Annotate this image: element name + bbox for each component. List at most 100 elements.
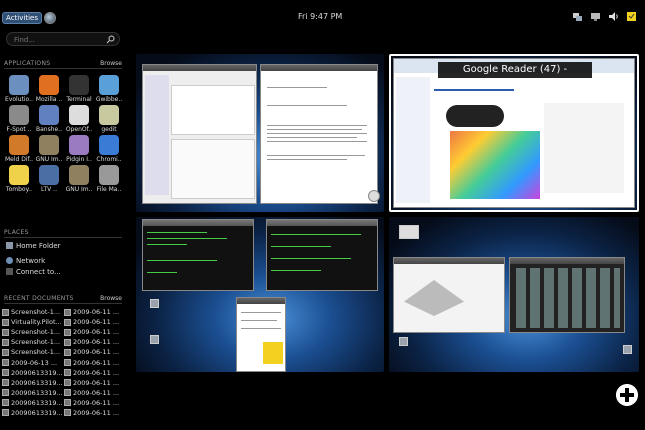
gedit-icon — [99, 105, 119, 125]
banshee-icon — [39, 105, 59, 125]
chromium-icon — [99, 135, 119, 155]
document-thumbnail-icon — [2, 338, 9, 346]
document-thumbnail-icon — [2, 308, 9, 316]
recent-document-item[interactable]: Screenshot-1... — [2, 327, 62, 337]
app-launcher[interactable]: Gwibbe.. — [94, 73, 124, 103]
app-label: Banshe.. — [35, 126, 63, 133]
document-thumbnail-icon — [2, 359, 9, 367]
file-manager-window-thumbnail[interactable] — [509, 257, 625, 333]
app-launcher[interactable]: LTV .. — [34, 163, 64, 193]
top-panel: Activities Fri 9:47 PM — [0, 0, 645, 26]
recent-browse-link[interactable]: Browse — [100, 295, 122, 302]
volume-icon[interactable] — [608, 11, 619, 22]
recent-document-label: Screenshot-1... — [11, 328, 61, 337]
document-window-thumbnail[interactable] — [260, 64, 378, 204]
recent-document-item[interactable]: Virtuality.Pilot... — [2, 317, 62, 327]
recent-document-item[interactable]: 2009-06-13 ... — [2, 357, 62, 367]
recent-document-item[interactable]: 2009-06-11 ... — [64, 357, 124, 367]
place-label: Home Folder — [16, 241, 61, 250]
place-network[interactable]: Network — [6, 255, 45, 266]
app-label: Gwibbe.. — [95, 96, 123, 103]
recent-document-label: Virtuality.Pilot... — [11, 318, 62, 327]
recent-document-item[interactable]: 2009-06-11 ... — [64, 347, 124, 357]
recent-document-label: 2009-06-13 ... — [11, 358, 58, 367]
pidgin-icon — [69, 135, 89, 155]
document-thumbnail-icon — [2, 399, 9, 407]
recent-document-item[interactable]: 2009-06-11 ... — [64, 408, 124, 418]
recent-document-item[interactable]: Screenshot-1... — [2, 347, 62, 357]
app-launcher[interactable]: File Ma.. — [94, 163, 124, 193]
recent-document-item[interactable]: 2009-06-11 ... — [64, 337, 124, 347]
app-menu-icon[interactable] — [44, 12, 56, 24]
recent-document-item[interactable]: 20090613319... — [2, 368, 62, 378]
mail-window-thumbnail[interactable] — [142, 64, 257, 204]
activities-button[interactable]: Activities — [2, 12, 42, 24]
search-icon[interactable] — [106, 35, 115, 44]
app-launcher[interactable]: OpenOf.. — [64, 103, 94, 133]
applications-grid: Evolutio.. Mozilla .. Terminal Gwibbe.. F-Sp… — [4, 73, 124, 193]
recent-document-item[interactable]: 2009-06-11 ... — [64, 307, 124, 317]
places-title: PLACES — [4, 228, 29, 236]
recent-document-item[interactable]: 2009-06-11 ... — [64, 398, 124, 408]
place-connect[interactable]: Connect to... — [6, 266, 61, 277]
gimp-window-thumbnail[interactable] — [393, 257, 505, 333]
recent-document-item[interactable]: 20090613319... — [2, 378, 62, 388]
app-launcher[interactable]: Tomboy.. — [4, 163, 34, 193]
document-thumbnail-icon — [2, 409, 9, 417]
recent-document-item[interactable]: 2009-06-11 ... — [64, 317, 124, 327]
workspace-1[interactable] — [136, 54, 384, 212]
recent-document-item[interactable]: Screenshot-1... — [2, 307, 62, 317]
app-label: gedit — [101, 126, 117, 133]
note-window-thumbnail[interactable] — [236, 297, 286, 372]
app-launcher[interactable]: GNU Im.. — [34, 133, 64, 163]
document-thumbnail-icon — [64, 409, 71, 417]
recent-document-label: 2009-06-11 ... — [73, 358, 120, 367]
recent-document-label: 20090613319... — [11, 368, 62, 377]
notes-icon[interactable] — [626, 11, 637, 22]
app-launcher[interactable]: gedit — [94, 103, 124, 133]
applications-title: APPLICATIONS — [4, 59, 51, 67]
search-box[interactable] — [6, 32, 120, 46]
recent-document-item[interactable]: 20090613319... — [2, 408, 62, 418]
terminal-icon — [69, 75, 89, 95]
recent-document-item[interactable]: 20090613319... — [2, 388, 62, 398]
gwibber-icon — [99, 75, 119, 95]
recent-documents-title: RECENT DOCUMENTS — [4, 294, 74, 302]
recent-document-label: 2009-06-11 ... — [73, 388, 120, 397]
app-label: GNU Im.. — [65, 186, 93, 193]
recent-document-label: 2009-06-11 ... — [73, 368, 120, 377]
app-launcher[interactable]: Evolutio.. — [4, 73, 34, 103]
workspace-4[interactable] — [389, 217, 639, 372]
recent-documents-header: RECENT DOCUMENTS Browse — [4, 293, 122, 304]
clock[interactable]: Fri 9:47 PM — [298, 12, 342, 21]
recent-document-item[interactable]: 2009-06-11 ... — [64, 388, 124, 398]
terminal-window-thumbnail-2[interactable] — [266, 219, 378, 291]
app-label: GNU Im.. — [35, 156, 63, 163]
workspace-3[interactable] — [136, 217, 384, 372]
document-thumbnail-icon — [64, 369, 71, 377]
app-launcher[interactable]: Meld Dif.. — [4, 133, 34, 163]
add-workspace-button[interactable] — [616, 384, 638, 406]
app-launcher[interactable]: Chromi.. — [94, 133, 124, 163]
recent-document-item[interactable]: 20090613319... — [2, 398, 62, 408]
place-home-folder[interactable]: Home Folder — [6, 240, 61, 251]
display-icon[interactable] — [590, 11, 601, 22]
applications-browse-link[interactable]: Browse — [100, 60, 122, 67]
app-launcher[interactable]: Banshe.. — [34, 103, 64, 133]
app-label: Chromi.. — [96, 156, 122, 163]
recent-document-label: 2009-06-11 ... — [73, 348, 120, 357]
app-launcher[interactable]: Pidgin I.. — [64, 133, 94, 163]
app-launcher[interactable]: F-Spot .. — [4, 103, 34, 133]
search-input[interactable] — [14, 35, 104, 44]
recent-document-item[interactable]: 2009-06-11 ... — [64, 368, 124, 378]
desktop-window-icon — [399, 225, 419, 239]
network-icon[interactable] — [572, 11, 583, 22]
app-launcher[interactable]: Mozilla .. — [34, 73, 64, 103]
terminal-window-thumbnail-1[interactable] — [142, 219, 254, 291]
app-launcher[interactable]: GNU Im.. — [64, 163, 94, 193]
app-launcher[interactable]: Terminal — [64, 73, 94, 103]
recent-document-item[interactable]: Screenshot-1... — [2, 337, 62, 347]
recent-document-item[interactable]: 2009-06-11 ... — [64, 327, 124, 337]
recent-document-item[interactable]: 2009-06-11 ... — [64, 378, 124, 388]
recent-document-label: 2009-06-11 ... — [73, 408, 120, 417]
